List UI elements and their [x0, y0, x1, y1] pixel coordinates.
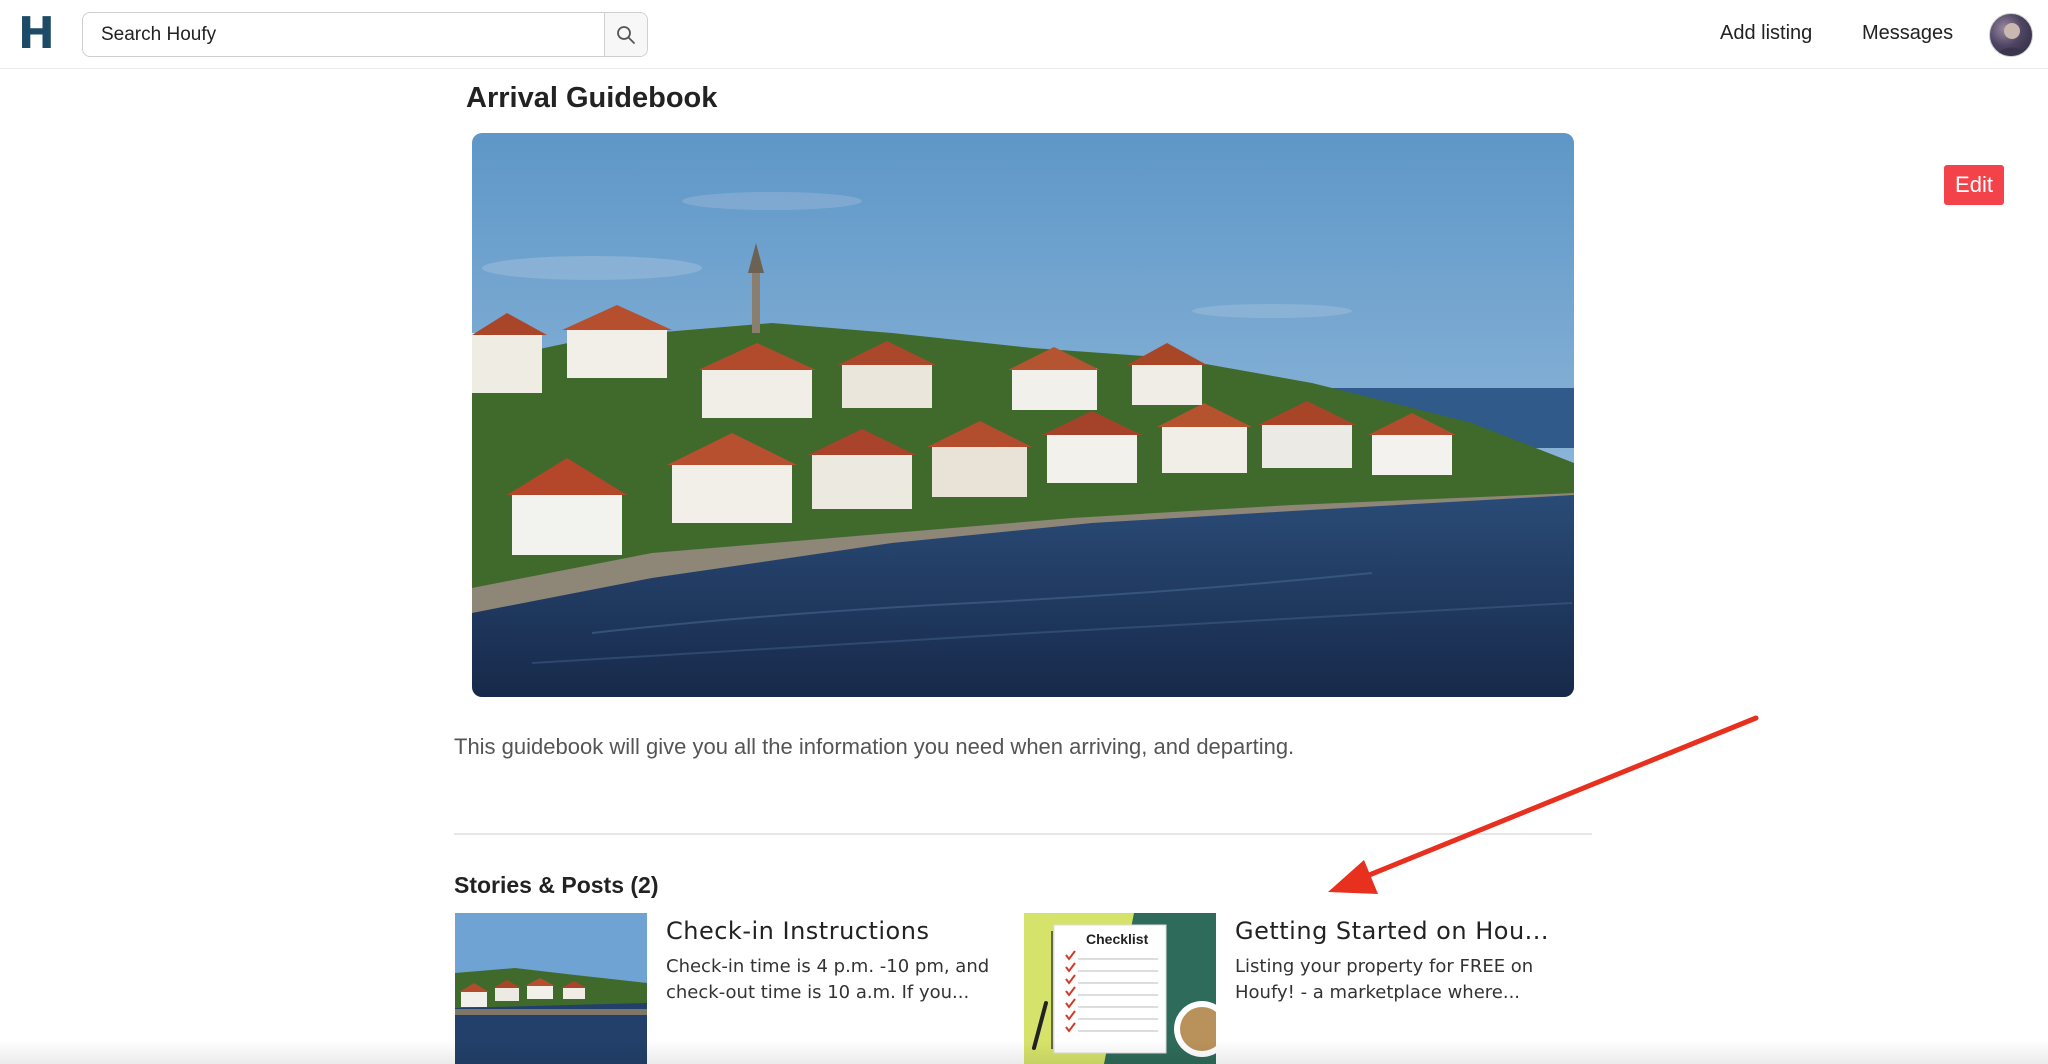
stories-posts-heading: Stories & Posts (2) — [454, 872, 659, 898]
hero-image — [472, 133, 1574, 697]
post-thumbnail-checklist: Checklist — [1024, 913, 1216, 1064]
search-icon — [617, 25, 635, 44]
avatar-image — [1996, 23, 2028, 56]
messages-link[interactable]: Messages — [1862, 22, 1953, 45]
post-title[interactable]: Getting Started on Hou... — [1235, 917, 1575, 945]
search-button[interactable] — [604, 13, 647, 56]
search-input[interactable] — [83, 13, 605, 56]
post-card-getting-started[interactable]: Checklist Getting Started on Hou... List… — [1024, 913, 1584, 1064]
section-divider — [454, 833, 1592, 835]
post-excerpt: Listing your property for FREE on Houfy!… — [1235, 956, 1534, 1003]
search-bar — [82, 12, 648, 57]
checklist-thumb-label: Checklist — [1086, 931, 1149, 947]
edit-button[interactable]: Edit — [1944, 165, 2004, 205]
post-card-check-in[interactable]: Check-in Instructions Check-in time is 4… — [455, 913, 1015, 1064]
page-title: Arrival Guidebook — [466, 82, 718, 114]
post-title[interactable]: Check-in Instructions — [666, 917, 1006, 945]
add-listing-link[interactable]: Add listing — [1720, 22, 1812, 45]
post-excerpt: Check-in time is 4 p.m. -10 pm, and chec… — [666, 956, 990, 1003]
houfy-logo[interactable]: H — [18, 12, 55, 56]
top-navbar: H Add listing Messages — [0, 0, 2048, 69]
annotation-arrow-icon — [1328, 715, 1759, 894]
post-thumbnail — [455, 913, 647, 1064]
user-avatar[interactable] — [1989, 13, 2033, 57]
guidebook-description: This guidebook will give you all the inf… — [454, 734, 1295, 759]
coastal-village-photo — [472, 133, 1574, 697]
